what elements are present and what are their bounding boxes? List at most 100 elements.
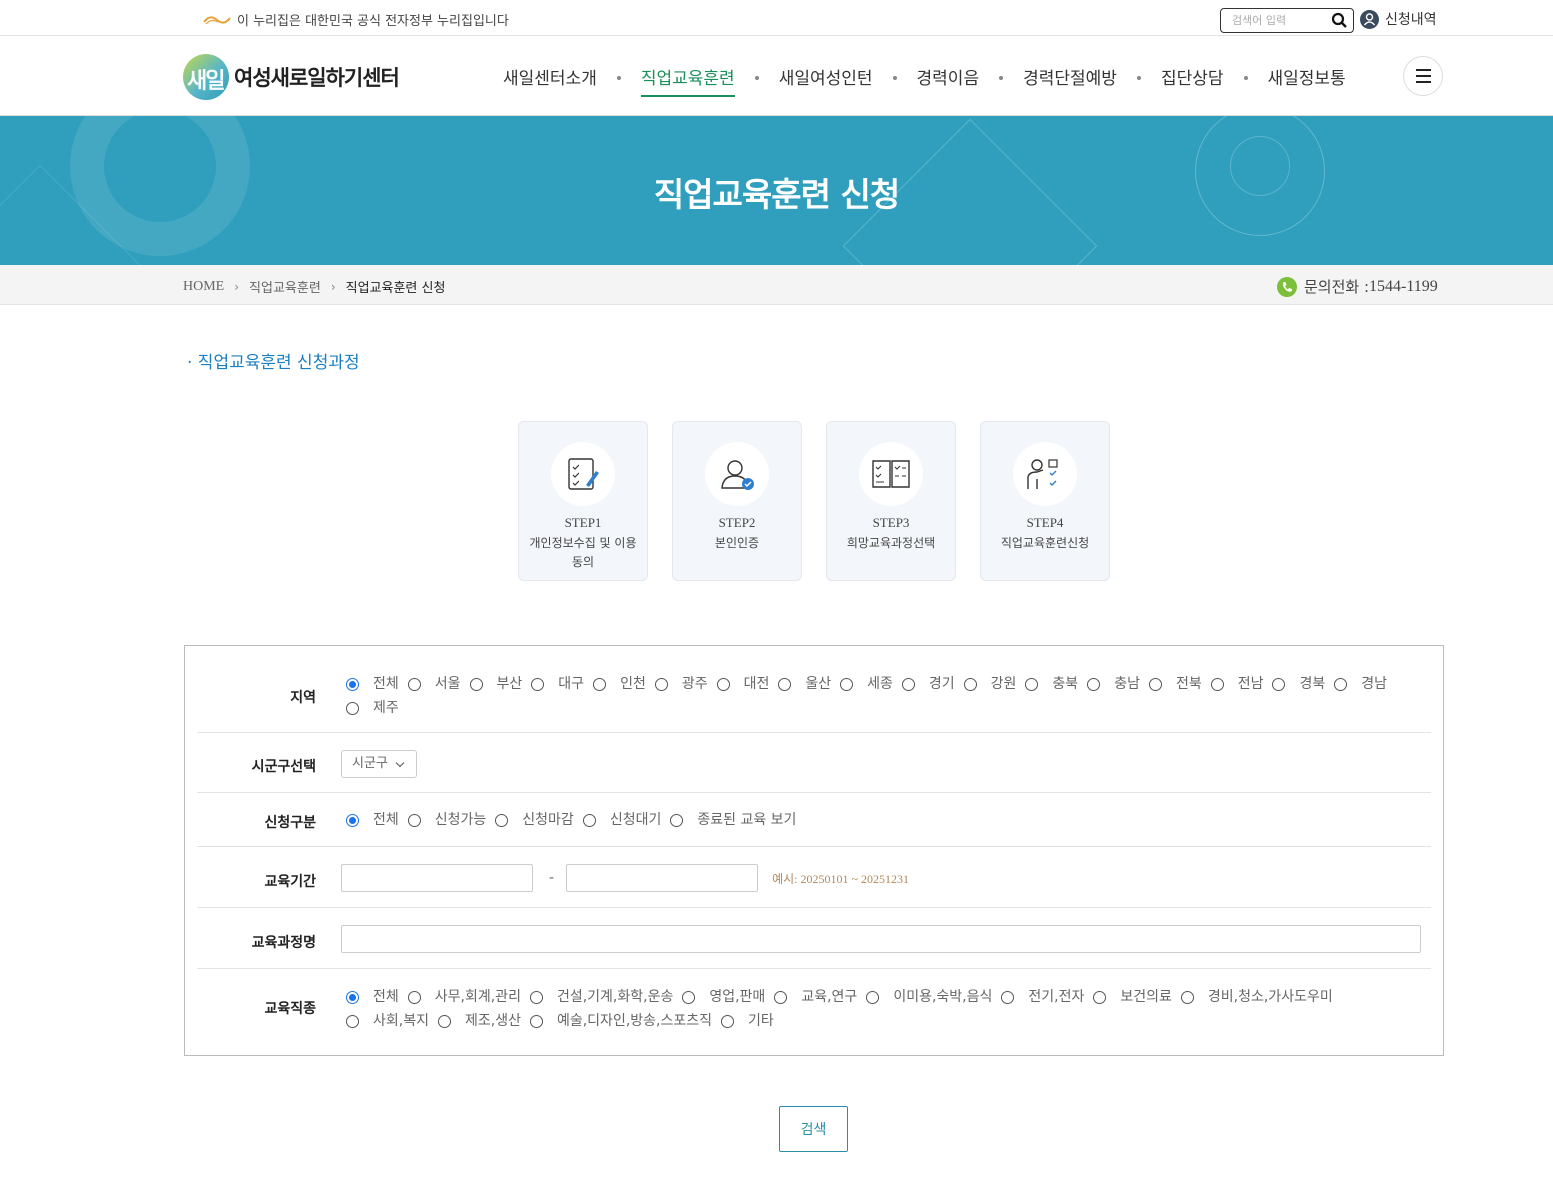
region-option[interactable]: 대전: [714, 674, 776, 695]
radio-circle-icon[interactable]: [1272, 678, 1286, 691]
radio-circle-icon[interactable]: [346, 991, 359, 1004]
radio-circle-icon[interactable]: [682, 991, 696, 1004]
radio-circle-icon[interactable]: [901, 678, 915, 691]
step-card: STEP2 본인인증: [672, 421, 802, 581]
region-option[interactable]: 세종: [837, 674, 899, 695]
job-type-option[interactable]: 사무,회계,관리: [405, 987, 527, 1008]
status-option[interactable]: 신청마감: [492, 810, 580, 831]
radio-circle-icon[interactable]: [1334, 678, 1348, 691]
apply-history-label: 신청내역: [1385, 12, 1437, 28]
region-option[interactable]: 서울: [405, 674, 467, 695]
job-type-option[interactable]: 기타: [718, 1011, 780, 1032]
radio-circle-icon[interactable]: [778, 678, 792, 691]
nav-item-about[interactable]: 새일센터소개: [503, 64, 597, 97]
radio-circle-icon[interactable]: [593, 678, 607, 691]
region-option[interactable]: 충북: [1022, 674, 1084, 695]
radio-circle-icon[interactable]: [774, 991, 788, 1004]
region-option[interactable]: 경남: [1331, 674, 1393, 695]
radio-circle-icon[interactable]: [840, 678, 854, 691]
radio-circle-icon[interactable]: [495, 814, 509, 827]
district-select[interactable]: 시군구: [341, 750, 417, 778]
period-end-input[interactable]: [566, 864, 759, 892]
nav-item-career-link[interactable]: 경력이음: [917, 64, 980, 97]
job-type-option[interactable]: 보건의료: [1090, 987, 1178, 1008]
main-nav: 새일센터소개 직업교육훈련 새일여성인턴 경력이음 경력단절예방 집단상담 새일…: [503, 64, 1346, 97]
radio-circle-icon[interactable]: [437, 1015, 451, 1028]
job-type-option-label: 보건의료: [1120, 989, 1172, 1005]
radio-circle-icon[interactable]: [963, 678, 977, 691]
site-logo[interactable]: 새일 여성새로일하기센터: [183, 54, 400, 100]
radio-circle-icon[interactable]: [407, 991, 421, 1004]
region-option[interactable]: 전북: [1146, 674, 1208, 695]
radio-circle-icon[interactable]: [531, 678, 545, 691]
job-type-option[interactable]: 경비,청소,가사도우미: [1178, 987, 1339, 1008]
radio-circle-icon[interactable]: [1093, 991, 1107, 1004]
job-type-option[interactable]: 건설,기계,화학,운송: [527, 987, 679, 1008]
region-option[interactable]: 경북: [1269, 674, 1331, 695]
breadcrumb-home[interactable]: HOME: [183, 279, 224, 295]
period-start-input[interactable]: [341, 864, 533, 892]
status-option[interactable]: 종료된 교육 보기: [667, 810, 802, 831]
step-number: STEP1: [564, 515, 602, 530]
job-type-option[interactable]: 영업,판매: [679, 987, 771, 1008]
radio-circle-icon[interactable]: [1210, 678, 1224, 691]
nav-item-group-counsel[interactable]: 집단상담: [1161, 64, 1224, 97]
radio-circle-icon[interactable]: [721, 1015, 734, 1028]
nav-item-info[interactable]: 새일정보통: [1268, 64, 1346, 97]
region-option[interactable]: 대구: [528, 674, 590, 695]
nav-item-training[interactable]: 직업교육훈련: [640, 64, 735, 97]
region-option-label: 대전: [743, 676, 770, 692]
radio-circle-icon[interactable]: [1087, 678, 1101, 691]
radio-circle-icon[interactable]: [469, 678, 483, 691]
search-input[interactable]: [1232, 9, 1332, 32]
radio-circle-icon[interactable]: [529, 991, 543, 1004]
radio-circle-icon[interactable]: [346, 702, 359, 715]
radio-circle-icon[interactable]: [407, 814, 421, 827]
job-type-option[interactable]: 전체: [343, 987, 405, 1008]
page-banner: 직업교육훈련 신청: [0, 116, 1553, 265]
job-type-option[interactable]: 사회,복지: [343, 1011, 435, 1032]
job-type-option[interactable]: 예술,디자인,방송,스포츠직: [527, 1011, 718, 1032]
breadcrumb-training[interactable]: 직업교육훈련: [249, 277, 321, 296]
radio-circle-icon[interactable]: [1180, 991, 1194, 1004]
radio-circle-icon[interactable]: [670, 814, 684, 827]
region-option[interactable]: 광주: [652, 674, 714, 695]
radio-circle-icon[interactable]: [346, 1015, 359, 1028]
course-name-input[interactable]: [341, 925, 1421, 953]
region-option[interactable]: 경기: [899, 674, 961, 695]
region-option[interactable]: 인천: [590, 674, 652, 695]
radio-circle-icon[interactable]: [716, 678, 730, 691]
nav-item-prevention[interactable]: 경력단절예방: [1023, 64, 1117, 97]
nav-item-intern[interactable]: 새일여성인턴: [779, 64, 873, 97]
radio-circle-icon[interactable]: [407, 678, 421, 691]
status-option[interactable]: 신청대기: [580, 810, 668, 831]
search-icon[interactable]: [1331, 12, 1348, 29]
region-option[interactable]: 부산: [467, 674, 529, 695]
region-label: 지역: [290, 690, 316, 706]
radio-circle-icon[interactable]: [654, 678, 668, 691]
radio-circle-icon[interactable]: [529, 1015, 543, 1028]
job-type-option[interactable]: 교육,연구: [771, 987, 863, 1008]
radio-circle-icon[interactable]: [1025, 678, 1039, 691]
apply-history-link[interactable]: 신청내역: [1360, 9, 1437, 29]
radio-circle-icon[interactable]: [1001, 991, 1015, 1004]
radio-circle-icon[interactable]: [346, 814, 359, 827]
status-option[interactable]: 전체: [343, 810, 405, 831]
region-option[interactable]: 전남: [1208, 674, 1270, 695]
radio-circle-icon[interactable]: [1148, 678, 1162, 691]
radio-circle-icon[interactable]: [582, 814, 596, 827]
search-submit-button[interactable]: 검색: [779, 1106, 848, 1152]
job-type-option[interactable]: 전기,전자: [998, 987, 1090, 1008]
region-option[interactable]: 충남: [1084, 674, 1146, 695]
radio-circle-icon[interactable]: [866, 991, 880, 1004]
region-option[interactable]: 강원: [961, 674, 1023, 695]
region-option[interactable]: 울산: [775, 674, 837, 695]
status-option[interactable]: 신청가능: [405, 810, 493, 831]
region-option[interactable]: 전체: [343, 674, 405, 695]
job-type-option[interactable]: 제조,생산: [435, 1011, 527, 1032]
radio-circle-icon[interactable]: [346, 678, 359, 691]
job-type-option[interactable]: 이미용,숙박,음식: [863, 987, 998, 1008]
hamburger-menu-icon[interactable]: [1403, 56, 1443, 96]
region-option[interactable]: 제주: [343, 698, 405, 719]
search-form: 지역 전체 서울 부산 대구 인천 광주 대전 울산 세종 경기 강원 충북 충남 전북 전남 경북 경남 제주 …: [184, 645, 1444, 1056]
